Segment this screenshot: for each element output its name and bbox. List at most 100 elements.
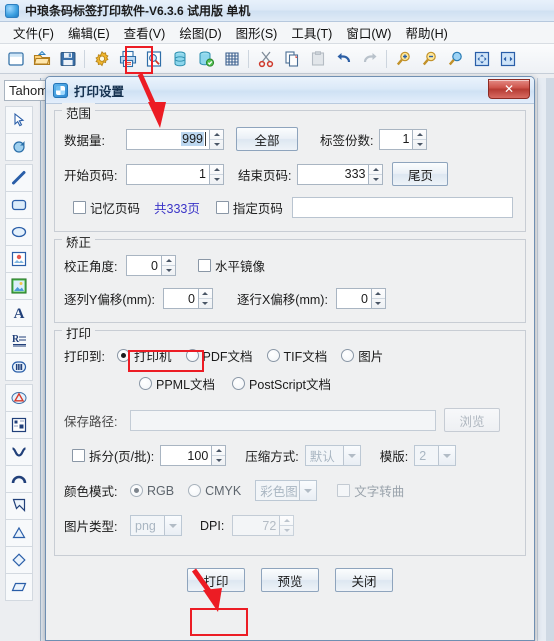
split-input[interactable]: 100 [160,445,213,466]
specify-page-label[interactable]: 指定页码 [233,198,283,217]
offset-x-spinner[interactable] [371,288,386,309]
triangle-icon[interactable] [5,519,33,547]
start-page-input[interactable]: 1 [126,163,210,185]
spinner-down-icon[interactable] [215,459,222,462]
rotate-icon[interactable] [5,133,33,161]
select-all-button[interactable]: 全部 [236,127,298,151]
new-document-icon[interactable] [3,46,28,72]
datamatrix-icon[interactable] [5,411,33,439]
printer-radio-option[interactable]: 打印机 [117,346,172,365]
spinner-down-icon[interactable] [375,302,382,305]
menu-file[interactable]: 文件(F) [6,21,61,44]
spinner-up-icon[interactable] [372,167,379,171]
rounded-rect-icon[interactable] [5,191,33,219]
ellipse-icon[interactable] [5,218,33,246]
postscript-radio[interactable] [232,377,246,390]
text-to-curve-checkbox[interactable] [337,484,351,497]
label-copies-spinner[interactable] [413,128,428,150]
barcode-image-icon[interactable] [5,245,33,273]
spinner-down-icon[interactable] [165,269,172,272]
zoom-in-icon[interactable] [391,46,416,72]
split-spinner[interactable] [212,445,227,466]
fit-page-icon[interactable] [469,46,494,72]
cmyk-radio[interactable] [188,484,202,497]
mirror-checkbox[interactable] [198,259,211,272]
save-path-input[interactable] [130,409,436,431]
spinner-up-icon[interactable] [283,519,290,522]
close-icon[interactable]: ✕ [488,79,530,99]
specify-page-checkbox[interactable] [215,201,229,214]
spinner-down-icon[interactable] [213,177,220,181]
curve-icon[interactable] [5,438,33,466]
dpi-input[interactable]: 72 [232,515,281,536]
tif-radio[interactable] [266,349,280,362]
database-icon[interactable] [167,46,192,72]
rgb-radio[interactable] [130,484,143,497]
specify-page-input[interactable] [291,197,513,218]
spinner-down-icon[interactable] [213,142,220,146]
image-type-combo[interactable]: png [130,515,182,536]
postscript-radio-option[interactable]: PostScript文档 [232,374,331,393]
chevron-down-icon[interactable] [438,446,456,465]
data-count-spinner[interactable] [210,128,224,150]
total-pages-link[interactable]: 共333页 [154,198,200,217]
compress-combo[interactable]: 默认 [304,445,361,466]
pdf-radio[interactable] [185,349,199,362]
last-page-button[interactable]: 尾页 [392,162,449,186]
data-count-input[interactable]: 999 [126,128,210,150]
remember-page-label[interactable]: 记忆页码 [90,198,140,217]
spinner-up-icon[interactable] [213,167,220,171]
spinner-up-icon[interactable] [202,292,209,295]
ppml-radio[interactable] [139,377,152,390]
dpi-spinner[interactable] [280,515,295,536]
barcode-icon[interactable] [5,353,33,381]
offset-x-input[interactable]: 0 [335,288,372,309]
grid-icon[interactable] [219,46,244,72]
menu-window[interactable]: 窗口(W) [339,21,398,44]
spinner-up-icon[interactable] [165,259,172,262]
settings-gear-icon[interactable] [89,46,114,72]
text-a-icon[interactable]: A [5,299,33,327]
angle-spinner[interactable] [162,255,176,276]
template-combo[interactable]: 2 [414,445,457,466]
print-preview-icon[interactable] [141,46,166,72]
close-button[interactable]: 关闭 [335,568,393,592]
save-icon[interactable] [55,46,80,72]
open-folder-icon[interactable] [29,46,54,72]
spinner-down-icon[interactable] [283,529,290,532]
spinner-up-icon[interactable] [213,132,220,136]
spinner-up-icon[interactable] [375,292,382,295]
offset-y-spinner[interactable] [198,288,213,309]
spinner-down-icon[interactable] [372,177,379,181]
end-page-input[interactable]: 333 [297,163,370,185]
rich-text-icon[interactable]: R [5,326,33,354]
fit-width-icon[interactable] [495,46,520,72]
copy-icon[interactable] [279,46,304,72]
menu-draw[interactable]: 绘图(D) [172,21,228,44]
start-page-spinner[interactable] [210,163,224,185]
cmyk-radio-option[interactable]: CMYK [188,484,241,498]
rgb-radio-option[interactable]: RGB [130,484,174,498]
print-icon[interactable] [115,46,140,72]
select-arrow-icon[interactable] [5,106,33,134]
spinner-down-icon[interactable] [416,142,423,146]
paste-icon[interactable] [305,46,330,72]
print-button[interactable]: 打印 [187,568,245,592]
pdf-radio-option[interactable]: PDF文档 [185,346,253,365]
undo-icon[interactable] [331,46,356,72]
spinner-up-icon[interactable] [416,132,423,136]
zoom-actual-icon[interactable] [443,46,468,72]
chevron-down-icon[interactable] [299,481,317,500]
cut-icon[interactable] [253,46,278,72]
end-page-spinner[interactable] [369,163,384,185]
menu-edit[interactable]: 编辑(E) [61,21,117,44]
parallelogram-icon[interactable] [5,573,33,601]
diamond-icon[interactable] [5,546,33,574]
offset-y-input[interactable]: 0 [162,288,199,309]
browse-button[interactable]: 浏览 [444,408,500,432]
menu-help[interactable]: 帮助(H) [398,21,454,44]
spinner-down-icon[interactable] [202,302,209,305]
angle-input[interactable]: 0 [126,255,162,276]
mirror-label[interactable]: 水平镜像 [215,256,265,275]
chevron-down-icon[interactable] [164,516,181,535]
